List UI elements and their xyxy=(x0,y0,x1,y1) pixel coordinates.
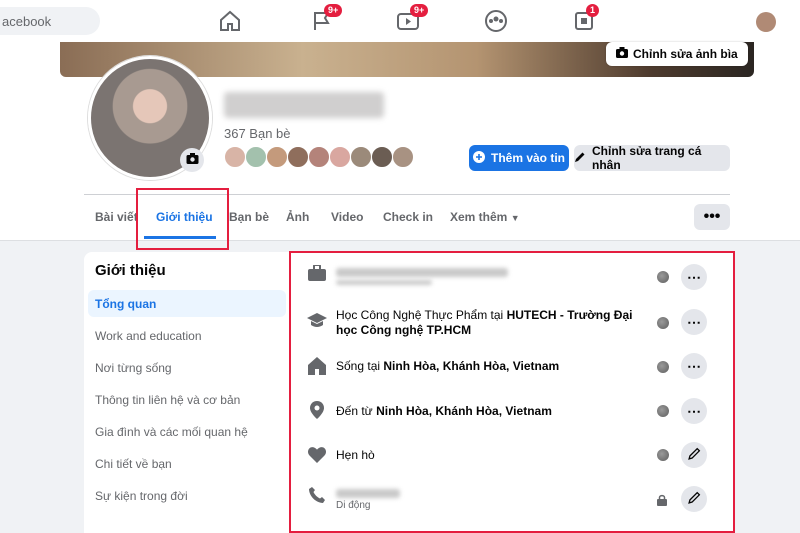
education-prefix: Học Công Nghệ Thực Phẩm tại xyxy=(336,308,507,322)
dating-label: Hẹn hò xyxy=(336,448,375,462)
tab-check-in[interactable]: Check in xyxy=(383,210,433,224)
add-to-story-button[interactable]: Thêm vào tin xyxy=(469,145,569,171)
tab-photos[interactable]: Ảnh xyxy=(286,210,309,224)
phone-icon xyxy=(307,485,327,505)
friend-avatar[interactable] xyxy=(266,146,288,168)
graduation-cap-icon xyxy=(307,311,327,331)
edit-dating-button[interactable] xyxy=(681,442,707,468)
heart-icon xyxy=(307,445,327,465)
add-to-story-label: Thêm vào tin xyxy=(490,151,565,165)
camera-icon xyxy=(186,151,199,169)
globe-icon[interactable] xyxy=(657,317,669,329)
globe-icon[interactable] xyxy=(657,449,669,461)
about-nav-family[interactable]: Gia đình và các mối quan hệ xyxy=(95,425,248,439)
lives-in-options-button[interactable]: ⋯ xyxy=(681,353,707,379)
video-icon[interactable]: 9+ xyxy=(396,4,429,33)
home-icon xyxy=(307,356,327,376)
ellipsis-icon: ••• xyxy=(703,208,721,225)
education-options-button[interactable]: ⋯ xyxy=(681,309,707,335)
ellipsis-icon: ⋯ xyxy=(687,357,701,374)
globe-icon[interactable] xyxy=(657,405,669,417)
briefcase-icon xyxy=(307,263,327,283)
about-sidebar: Giới thiệu Tổng quan Work and education … xyxy=(84,252,298,533)
edit-profile-button[interactable]: Chỉnh sửa trang cá nhân xyxy=(574,144,730,172)
profile-name-blurred xyxy=(224,92,384,118)
from-place-link[interactable]: Ninh Hòa, Khánh Hòa, Vietnam xyxy=(376,404,552,418)
more-options-button[interactable]: ••• xyxy=(694,204,730,230)
friends-count[interactable]: 367 Bạn bè xyxy=(224,126,291,141)
edit-phone-button[interactable] xyxy=(681,486,707,512)
phone-number-blurred xyxy=(336,489,400,498)
home-icon[interactable] xyxy=(218,9,242,33)
from-text: Đến từ Ninh Hòa, Khánh Hòa, Vietnam xyxy=(336,404,552,419)
friend-avatar[interactable] xyxy=(350,146,372,168)
edit-profile-label: Chỉnh sửa trang cá nhân xyxy=(592,144,702,172)
ellipsis-icon: ⋯ xyxy=(687,402,701,419)
friend-avatar[interactable] xyxy=(371,146,393,168)
about-nav-places-lived[interactable]: Nơi từng sống xyxy=(95,361,172,375)
profile-header: Chỉnh sửa ảnh bìa 367 Bạn bè Thêm vào ti… xyxy=(0,42,800,250)
globe-icon[interactable] xyxy=(657,271,669,283)
from-options-button[interactable]: ⋯ xyxy=(681,398,707,424)
ellipsis-icon: ⋯ xyxy=(687,313,701,330)
tab-friends[interactable]: Bạn bè xyxy=(229,210,269,224)
phone-sublabel: Di động xyxy=(336,500,371,511)
update-profile-picture-button[interactable] xyxy=(180,148,204,172)
friend-avatar[interactable] xyxy=(287,146,309,168)
top-navigation-bar: acebook 9+ 9+ 1 xyxy=(0,0,800,43)
edit-cover-button[interactable]: Chỉnh sửa ảnh bìa xyxy=(606,42,748,66)
friend-avatar[interactable] xyxy=(308,146,330,168)
groups-icon[interactable] xyxy=(484,9,508,33)
lives-in-place-link[interactable]: Ninh Hòa, Khánh Hòa, Vietnam xyxy=(383,359,559,373)
friend-avatar[interactable] xyxy=(224,146,246,168)
work-subtext-blurred xyxy=(336,280,432,285)
lives-in-text: Sống tại Ninh Hòa, Khánh Hòa, Vietnam xyxy=(336,359,559,374)
ellipsis-icon: ⋯ xyxy=(687,268,701,285)
lives-in-prefix: Sống tại xyxy=(336,359,384,373)
about-nav-life-events[interactable]: Sự kiện trong đời xyxy=(95,489,188,503)
friend-avatar[interactable] xyxy=(392,146,414,168)
about-nav-details[interactable]: Chi tiết về bạn xyxy=(95,457,172,471)
tab-more-label: Xem thêm xyxy=(450,210,508,224)
education-text: Học Công Nghệ Thực Phẩm tại HUTECH - Trư… xyxy=(336,308,636,338)
about-title: Giới thiệu xyxy=(95,262,166,279)
friend-avatar[interactable] xyxy=(245,146,267,168)
work-text-blurred xyxy=(336,268,508,277)
gaming-icon[interactable]: 1 xyxy=(572,4,600,33)
about-nav-overview[interactable]: Tổng quan xyxy=(95,297,156,311)
video-badge: 9+ xyxy=(410,4,429,17)
tab-highlight-box xyxy=(136,188,229,250)
gaming-badge: 1 xyxy=(586,4,600,17)
flag-badge: 9+ xyxy=(324,4,343,17)
location-pin-icon xyxy=(307,400,327,420)
pencil-icon xyxy=(687,447,701,463)
caret-down-icon: ▼ xyxy=(510,213,520,223)
work-options-button[interactable]: ⋯ xyxy=(681,264,707,290)
edit-cover-label: Chỉnh sửa ảnh bìa xyxy=(633,47,738,61)
from-prefix: Đến từ xyxy=(336,404,377,418)
plus-icon xyxy=(472,150,485,166)
lock-icon[interactable] xyxy=(657,493,667,511)
account-avatar[interactable] xyxy=(756,12,776,32)
about-nav-contact-info[interactable]: Thông tin liên hệ và cơ bản xyxy=(95,393,240,407)
search-placeholder: acebook xyxy=(2,14,52,29)
tab-more[interactable]: Xem thêm ▼ xyxy=(450,210,520,224)
flag-icon[interactable]: 9+ xyxy=(310,4,343,33)
camera-icon xyxy=(616,47,628,61)
search-input[interactable]: acebook xyxy=(0,7,100,35)
friend-avatars xyxy=(224,146,414,168)
pencil-icon xyxy=(574,151,586,166)
globe-icon[interactable] xyxy=(657,361,669,373)
about-nav-work-education[interactable]: Work and education xyxy=(95,329,202,343)
about-overview-panel: ⋯ Học Công Nghệ Thực Phẩm tại HUTECH - T… xyxy=(289,251,735,533)
tab-posts[interactable]: Bài viết xyxy=(95,210,138,224)
pencil-icon xyxy=(687,491,701,507)
tab-videos[interactable]: Video xyxy=(331,210,363,224)
friend-avatar[interactable] xyxy=(329,146,351,168)
